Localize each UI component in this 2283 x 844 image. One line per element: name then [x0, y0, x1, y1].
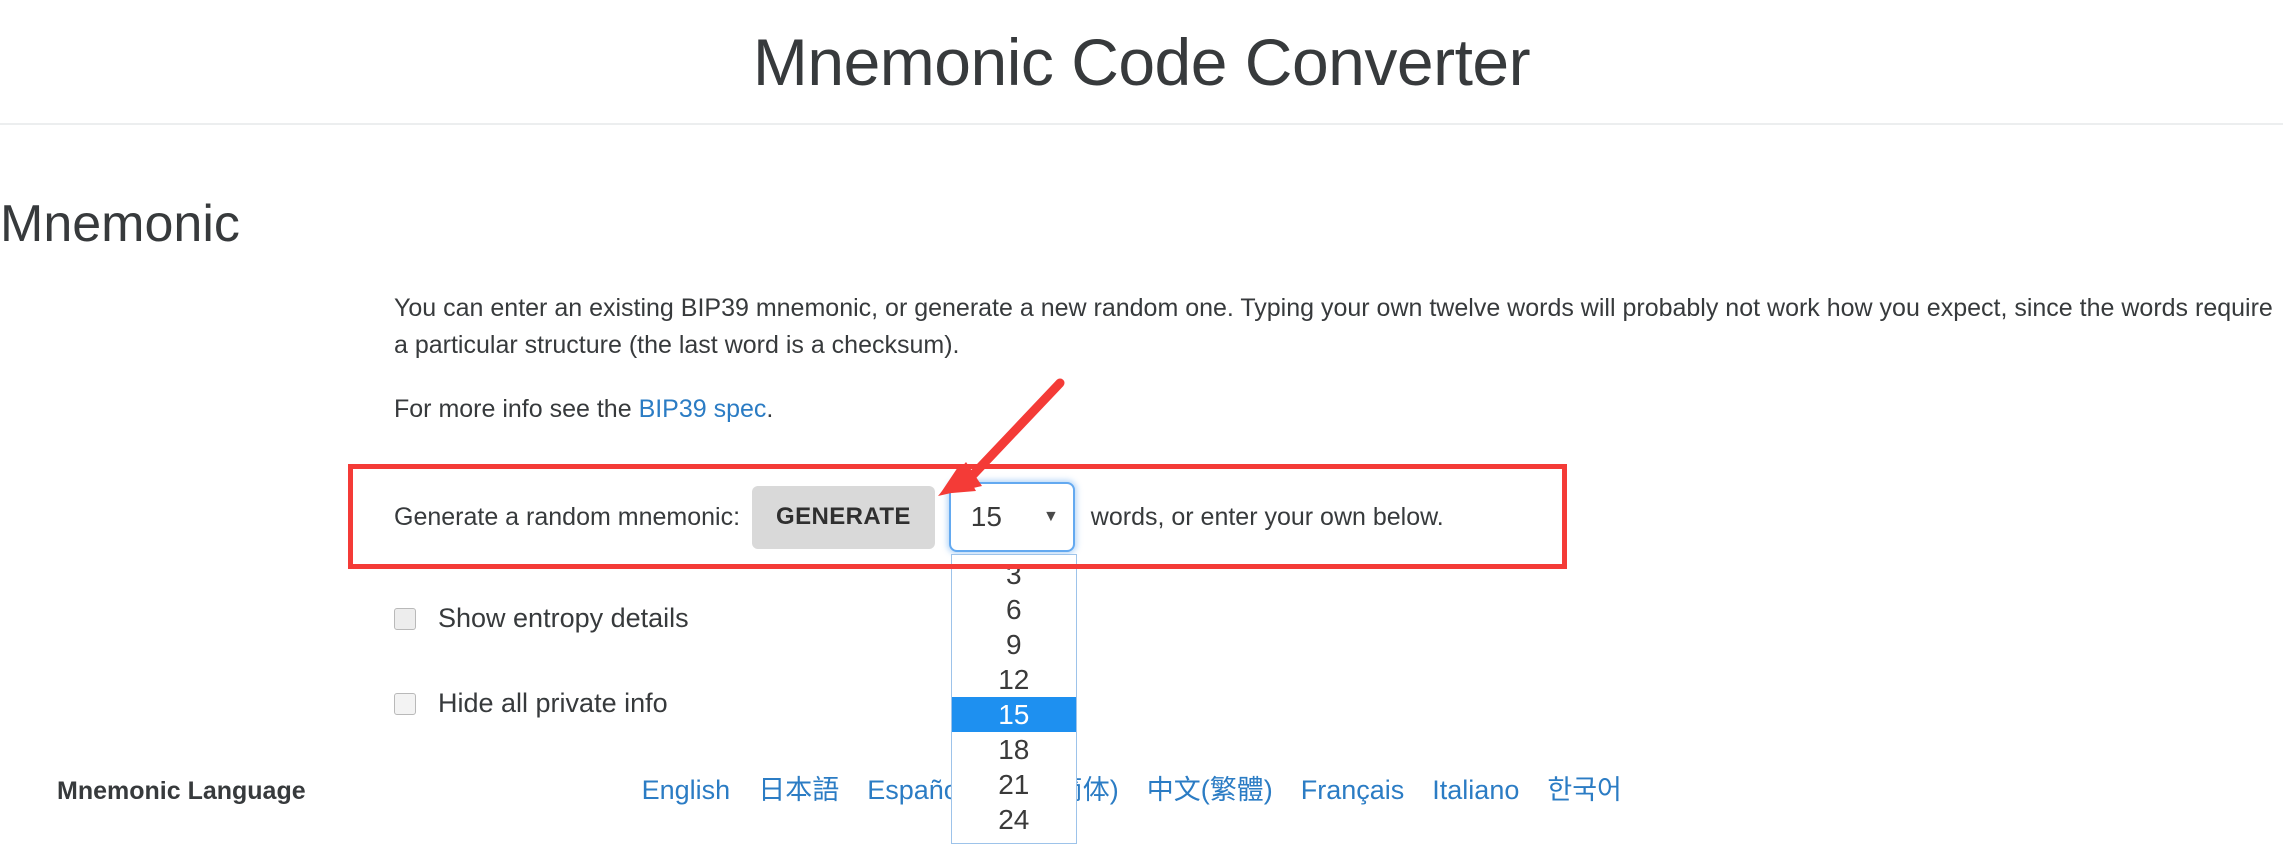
mnemonic-language-label: Mnemonic Language [57, 777, 306, 805]
word-count-option-18[interactable]: 18 [952, 732, 1076, 767]
word-count-value: 15 [970, 501, 1002, 532]
more-info-prefix: For more info see the [394, 395, 639, 423]
generate-mnemonic-row: Generate a random mnemonic: GENERATE 15 … [394, 482, 1444, 844]
word-count-option-21[interactable]: 21 [952, 767, 1076, 802]
word-count-option-3[interactable]: 3 [952, 557, 1076, 592]
show-entropy-details-checkbox[interactable] [394, 607, 416, 630]
mnemonic-language-row: Mnemonic Language English日本語Español中文(简体… [57, 768, 1650, 807]
word-count-option-9[interactable]: 9 [952, 627, 1076, 662]
description-paragraph: You can enter an existing BIP39 mnemonic… [394, 294, 2273, 359]
word-count-options-list[interactable]: 3 6 9 12 15 18 21 24 [950, 554, 1077, 844]
more-info-suffix: . [766, 395, 774, 423]
language-link-Français[interactable]: Français [1301, 775, 1405, 806]
mnemonic-description: You can enter an existing BIP39 mnemonic… [394, 290, 2283, 428]
page-header: Mnemonic Code Converter [0, 0, 2283, 125]
mnemonic-language-links: English日本語Español中文(简体)中文(繁體)FrançaisIta… [642, 768, 1650, 807]
word-count-select-wrapper: 15 ▼ 3 6 9 12 15 18 21 24 [948, 482, 1077, 844]
word-count-option-24[interactable]: 24 [952, 802, 1076, 837]
language-link-Italiano[interactable]: Italiano [1432, 775, 1519, 806]
show-entropy-details-label: Show entropy details [438, 603, 689, 633]
hide-all-private-info-label: Hide all private info [438, 688, 668, 718]
generate-trail-text: words, or enter your own below. [1090, 502, 1444, 531]
word-count-option-12[interactable]: 12 [952, 662, 1076, 697]
page-title: Mnemonic Code Converter [752, 24, 1531, 99]
language-link-日本語[interactable]: 日本語 [758, 768, 839, 807]
show-entropy-details-row[interactable]: Show entropy details [394, 603, 689, 634]
generate-lead-text: Generate a random mnemonic: [394, 502, 741, 531]
language-link-English[interactable]: English [642, 775, 731, 806]
section-heading-mnemonic: Mnemonic [0, 195, 240, 253]
chevron-down-icon: ▼ [1042, 508, 1059, 525]
hide-all-private-info-row[interactable]: Hide all private info [394, 688, 668, 719]
language-link-中文(繁體)[interactable]: 中文(繁體) [1147, 768, 1273, 807]
word-count-select[interactable]: 15 ▼ [948, 482, 1075, 552]
language-link-한국어[interactable]: 한국어 [1547, 768, 1622, 807]
more-info-paragraph: For more info see the BIP39 spec. [394, 391, 2283, 428]
hide-all-private-info-checkbox[interactable] [394, 692, 416, 715]
generate-button[interactable]: GENERATE [752, 485, 935, 549]
word-count-option-15[interactable]: 15 [951, 697, 1076, 732]
word-count-option-6[interactable]: 6 [952, 592, 1076, 627]
bip39-spec-link[interactable]: BIP39 spec [639, 395, 767, 423]
